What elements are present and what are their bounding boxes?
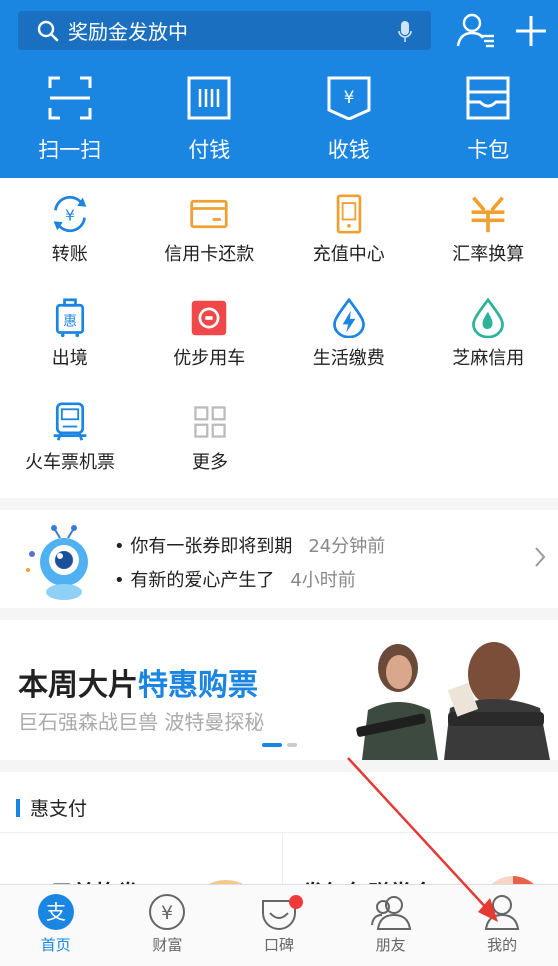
uber-icon [191, 300, 227, 336]
grid-label-more: 更多 [192, 452, 228, 473]
svg-text:惠: 惠 [63, 313, 77, 329]
svg-text:¥: ¥ [343, 88, 354, 108]
scan-button[interactable]: 扫一扫 [0, 76, 140, 164]
top-actions: 扫一扫 付钱 ¥ 收钱 卡包 [0, 76, 558, 164]
grid-label-utility: 生活缴费 [312, 348, 385, 369]
grid-item-more[interactable]: 更多 [140, 402, 280, 474]
carousel-indicator [262, 743, 297, 747]
luggage-icon: 惠 [55, 298, 84, 338]
movie-poster-image [352, 630, 558, 760]
svg-text:¥: ¥ [65, 206, 75, 224]
profile-icon [485, 895, 520, 930]
grid-item-sesame[interactable]: 芝麻信用 [419, 298, 558, 370]
search-icon [37, 20, 59, 41]
card-wallet-button[interactable]: 卡包 [419, 76, 558, 164]
notice-time: 4小时前 [290, 570, 356, 591]
notice-text: 你有一张券即将到期 [130, 536, 293, 557]
tab-label-home: 首页 [40, 936, 71, 954]
wealth-icon: ¥ [149, 894, 186, 930]
svg-text:支: 支 [46, 900, 66, 924]
barcode-icon [187, 76, 231, 120]
utility-icon [332, 298, 365, 338]
carousel-dot [287, 743, 297, 747]
tab-wealth[interactable]: ¥ 财富 [112, 885, 224, 966]
scan-label: 扫一扫 [38, 138, 102, 162]
grid-item-recharge[interactable]: 充值中心 [279, 194, 419, 266]
tab-home[interactable]: 支 首页 [0, 885, 112, 966]
more-grid-icon [194, 406, 226, 438]
grid-label-outbound: 出境 [51, 348, 88, 369]
bottom-tab-bar: 支 首页 ¥ 财富 口碑 朋友 我的 [0, 884, 558, 966]
grid-label-exchange: 汇率换算 [452, 244, 525, 265]
banner-title: 本周大片特惠购票 [18, 660, 258, 704]
section-accent-bar [16, 798, 20, 817]
grid-item-train[interactable]: 火车票机票 [0, 402, 140, 474]
grid-item-outbound[interactable]: 惠 出境 [0, 298, 140, 370]
carousel-dot-active [262, 743, 282, 747]
receive-money-button[interactable]: ¥ 收钱 [279, 76, 419, 164]
tab-friends[interactable]: 朋友 [335, 885, 447, 966]
banner-title-highlight: 特惠购票 [138, 668, 258, 703]
feature-grid: ¥ 转账 信用卡还款 充值中心 汇率换算 惠 出境 优步用车 生活缴费 芝麻信用… [0, 178, 558, 498]
grid-item-credit-card[interactable]: 信用卡还款 [140, 194, 280, 266]
tab-label-koubei: 口碑 [263, 936, 294, 954]
exchange-rate-icon [471, 196, 505, 233]
pay-label: 付钱 [188, 138, 231, 162]
pay-button[interactable]: 付钱 [140, 76, 280, 164]
search-placeholder: 奖励金发放中 [68, 20, 188, 44]
contacts-icon[interactable] [456, 12, 496, 48]
notice-time: 24分钟前 [308, 536, 386, 557]
notice-item[interactable]: • 你有一张券即将到期 24分钟前 [114, 532, 385, 558]
notice-item[interactable]: • 有新的爱心产生了 4小时前 [114, 566, 385, 592]
scan-icon [48, 76, 92, 120]
grid-item-exchange[interactable]: 汇率换算 [419, 194, 558, 266]
section-title-text: 惠支付 [30, 798, 88, 820]
sesame-credit-icon [472, 298, 505, 338]
notice-list: • 你有一张券即将到期 24分钟前 • 有新的爱心产生了 4小时前 [114, 532, 385, 600]
banner-subtitle: 巨石强森战巨兽 波特曼探秘 [18, 710, 265, 734]
transfer-icon: ¥ [53, 195, 87, 233]
grid-label-train: 火车票机票 [25, 452, 115, 473]
tab-label-mine: 我的 [487, 936, 518, 954]
header: 奖励金发放中 扫一扫 付钱 ¥ 收钱 卡包 [0, 0, 558, 178]
grid-row-3: 火车票机票 更多 [0, 402, 558, 474]
ant-mascot-icon [26, 525, 88, 600]
receive-money-label: 收钱 [327, 138, 370, 162]
add-plus-icon[interactable] [514, 14, 548, 48]
card-wallet-icon [466, 76, 510, 120]
grid-row-2: 惠 出境 优步用车 生活缴费 芝麻信用 [0, 298, 558, 370]
svg-text:¥: ¥ [161, 902, 173, 924]
tab-koubei[interactable]: 口碑 [223, 885, 335, 966]
grid-item-utility[interactable]: 生活缴费 [279, 298, 419, 370]
grid-label-transfer: 转账 [51, 244, 88, 265]
promo-banner[interactable]: 本周大片特惠购票 巨石强森战巨兽 波特曼探秘 [0, 620, 558, 760]
tab-label-friends: 朋友 [375, 936, 406, 954]
microphone-icon[interactable] [397, 20, 413, 44]
notification-badge [289, 895, 304, 909]
section-title: 惠支付 [16, 794, 87, 821]
banner-title-plain: 本周大片 [18, 668, 138, 703]
alipay-home-icon: 支 [37, 894, 74, 930]
grid-label-credit-card: 信用卡还款 [164, 244, 255, 265]
receive-money-icon: ¥ [327, 76, 371, 120]
credit-card-icon [190, 199, 228, 229]
chevron-right-icon[interactable] [534, 546, 546, 568]
tab-mine[interactable]: 我的 [446, 885, 558, 966]
grid-item-uber[interactable]: 优步用车 [140, 298, 280, 370]
phone-recharge-icon [336, 194, 362, 234]
tab-label-wealth: 财富 [152, 936, 183, 954]
divider [0, 832, 558, 833]
train-icon [53, 402, 87, 441]
notification-card[interactable]: • 你有一张券即将到期 24分钟前 • 有新的爱心产生了 4小时前 [0, 510, 558, 608]
card-wallet-label: 卡包 [467, 138, 510, 162]
search-bar[interactable]: 奖励金发放中 [18, 11, 431, 50]
grid-item-transfer[interactable]: ¥ 转账 [0, 194, 140, 266]
grid-label-uber: 优步用车 [173, 348, 246, 369]
grid-label-recharge: 充值中心 [312, 244, 385, 265]
notice-text: 有新的爱心产生了 [130, 570, 275, 591]
grid-row-1: ¥ 转账 信用卡还款 充值中心 汇率换算 [0, 194, 558, 266]
friends-icon [370, 896, 411, 930]
grid-label-sesame: 芝麻信用 [452, 348, 525, 369]
